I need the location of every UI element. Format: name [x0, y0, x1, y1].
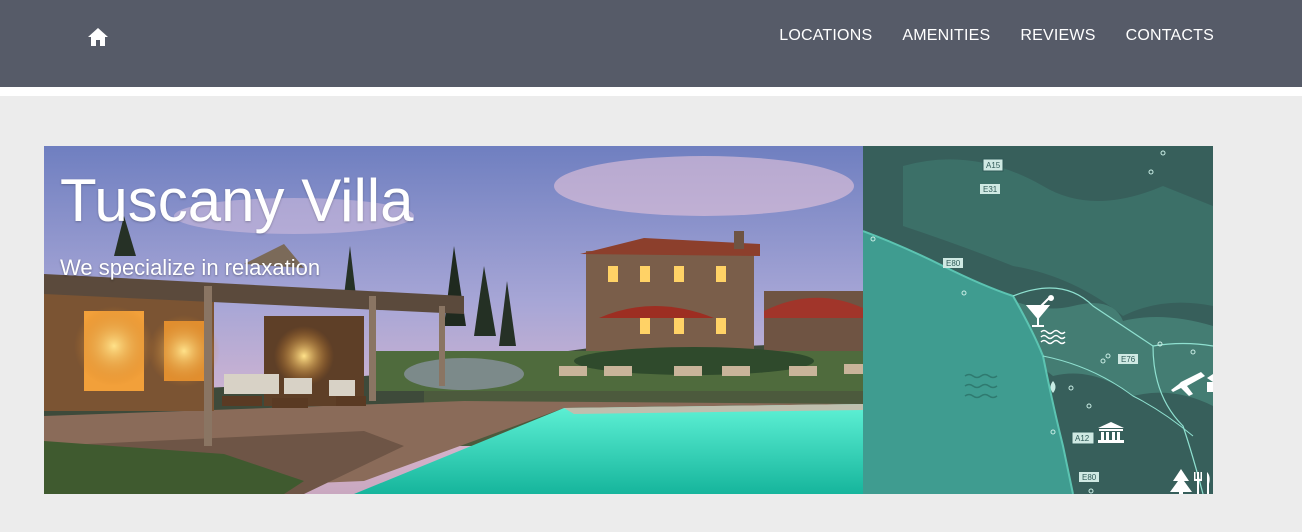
hero-banner: Tuscany Villa We specialize in relaxatio… [44, 146, 863, 494]
svg-text:E80: E80 [1082, 473, 1097, 482]
nav-link-contacts[interactable]: CONTACTS [1126, 27, 1214, 45]
road-label-e80-south: E80 [1079, 472, 1099, 482]
road-label-e76: E76 [1118, 354, 1138, 364]
hero-title: Tuscany Villa [60, 167, 414, 234]
svg-text:E76: E76 [1121, 355, 1136, 364]
nav-link-amenities[interactable]: AMENITIES [902, 27, 990, 45]
svg-text:A15: A15 [986, 161, 1001, 170]
nav-link-reviews[interactable]: REVIEWS [1020, 27, 1095, 45]
road-label-a15: A15 [982, 158, 1004, 172]
location-map[interactable]: A15 E31 E80 E76 A12 E80 [863, 146, 1213, 494]
nav-link-locations[interactable]: LOCATIONS [779, 27, 872, 45]
svg-text:A12: A12 [1075, 434, 1090, 443]
svg-text:E31: E31 [983, 185, 998, 194]
hero-subtitle: We specialize in relaxation [60, 255, 321, 280]
road-label-e31: E31 [980, 184, 1000, 194]
svg-text:E80: E80 [946, 259, 961, 268]
nav-links: LOCATIONS AMENITIES REVIEWS CONTACTS [749, 27, 1214, 45]
map-graphic: A15 E31 E80 E76 A12 E80 [863, 146, 1213, 494]
home-button[interactable] [86, 25, 110, 49]
header-divider [0, 87, 1302, 96]
top-navbar: LOCATIONS AMENITIES REVIEWS CONTACTS [0, 0, 1302, 87]
road-label-a12: A12 [1071, 431, 1095, 445]
home-icon [88, 28, 108, 46]
road-label-e80-north: E80 [943, 258, 963, 268]
